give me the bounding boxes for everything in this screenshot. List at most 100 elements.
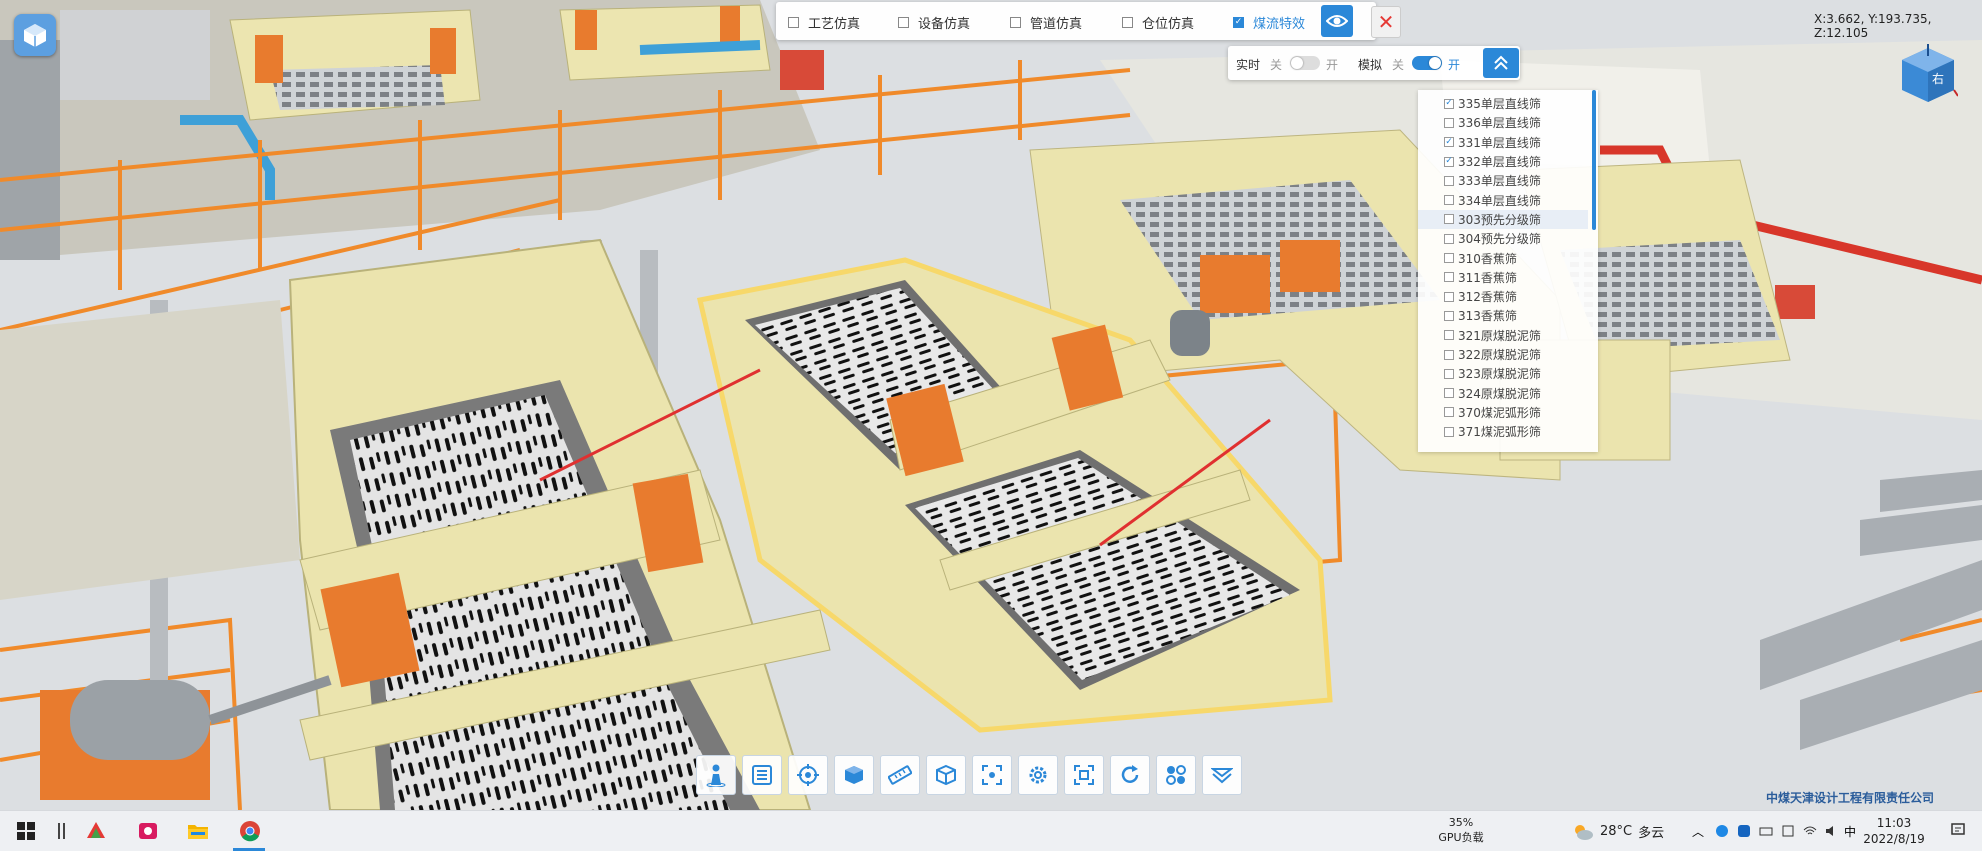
network-tray-icon[interactable] [1758, 823, 1774, 839]
equipment-label: 323原煤脱泥筛 [1458, 367, 1541, 382]
nav-cube[interactable]: 右 [1898, 44, 1959, 106]
settings-button[interactable] [1018, 755, 1058, 795]
person-button[interactable] [696, 755, 736, 795]
option-bin-sim[interactable]: 仓位仿真 [1122, 13, 1194, 32]
gpu-percent: 35% [1448, 816, 1474, 829]
checkbox-checked[interactable]: ✓ [1444, 156, 1454, 167]
option-coal-flow-effect[interactable]: ✓ 煤流特效 [1233, 13, 1305, 32]
checkbox[interactable] [1444, 310, 1454, 321]
app-tray-icon[interactable] [1736, 823, 1752, 839]
pipe-button[interactable] [1156, 755, 1196, 795]
3d-viewport[interactable] [0, 0, 1982, 810]
input-tray-icon[interactable] [1780, 823, 1796, 839]
checkbox[interactable] [1444, 272, 1454, 283]
checkbox[interactable] [1444, 368, 1454, 379]
equipment-list-item[interactable]: ✓ 331单层直线筛 [1418, 133, 1588, 152]
weather-text: 多云 [1638, 826, 1665, 841]
checkbox-checked[interactable]: ✓ [1444, 98, 1454, 109]
fit-view-button[interactable] [1064, 755, 1104, 795]
notification-icon[interactable] [1950, 822, 1966, 838]
checkbox[interactable] [1444, 214, 1454, 225]
focus-button[interactable] [972, 755, 1012, 795]
simulate-toggle[interactable] [1412, 56, 1442, 70]
cube-button[interactable] [834, 755, 874, 795]
wifi-icon[interactable] [1802, 823, 1818, 839]
task-view-button[interactable] [50, 819, 74, 843]
equipment-list-item[interactable]: 321原煤脱泥筛 [1418, 326, 1588, 345]
equipment-label: 310香蕉筛 [1458, 251, 1517, 266]
equipment-list-item[interactable]: 304预先分级筛 [1418, 229, 1588, 248]
collapse-button[interactable] [1483, 48, 1519, 78]
checkbox[interactable] [1444, 407, 1454, 418]
company-watermark: 中煤天津设计工程有限责任公司 [1766, 791, 1935, 805]
focus-icon [982, 765, 1002, 785]
equipment-list-item[interactable]: 334单层直线筛 [1418, 190, 1588, 209]
app-logo-icon[interactable] [14, 14, 56, 56]
scrollbar[interactable] [1592, 90, 1596, 230]
checkbox[interactable] [1444, 117, 1454, 128]
checkbox[interactable] [1444, 291, 1454, 302]
equipment-list-item[interactable]: 311香蕉筛 [1418, 268, 1588, 287]
ruler-button[interactable] [880, 755, 920, 795]
checkbox[interactable] [1444, 195, 1454, 206]
checkbox[interactable] [1444, 253, 1454, 264]
equipment-label: 370煤泥弧形筛 [1458, 405, 1541, 420]
clock[interactable]: 11:03 2022/8/19 [1862, 815, 1926, 847]
eye-button[interactable] [1321, 5, 1353, 37]
temperature: 28°C [1600, 824, 1633, 839]
equipment-list-item[interactable]: 333单层直线筛 [1418, 171, 1588, 190]
time: 11:03 [1876, 816, 1912, 830]
list-button[interactable] [742, 755, 782, 795]
equipment-list-item[interactable]: 313香蕉筛 [1418, 306, 1588, 325]
close-button[interactable]: ✕ [1371, 6, 1401, 38]
equipment-list-item[interactable]: 322原煤脱泥筛 [1418, 345, 1588, 364]
checkbox[interactable] [1122, 16, 1133, 28]
equipment-list-item[interactable]: 323原煤脱泥筛 [1418, 364, 1588, 383]
speaker-icon[interactable] [1824, 823, 1840, 839]
box-button[interactable] [926, 755, 966, 795]
taskbar-app-2[interactable] [136, 819, 160, 843]
equipment-list-item[interactable]: 370煤泥弧形筛 [1418, 403, 1588, 422]
equipment-list-item[interactable]: ✓ 335单层直线筛 [1418, 94, 1588, 113]
chrome-button[interactable] [238, 819, 262, 843]
gpu-load-widget[interactable]: 35% GPU负载 [1411, 815, 1511, 845]
checkbox[interactable] [898, 16, 909, 28]
option-label: 管道仿真 [1030, 16, 1083, 32]
file-explorer-button[interactable] [186, 819, 210, 843]
equipment-list-item[interactable]: 303预先分级筛 [1418, 209, 1588, 230]
equipment-list-item[interactable]: 312香蕉筛 [1418, 287, 1588, 306]
start-button[interactable] [14, 819, 38, 843]
checkbox[interactable] [1444, 388, 1454, 399]
app-tray-icon[interactable] [1714, 823, 1730, 839]
equipment-list-item[interactable]: 310香蕉筛 [1418, 248, 1588, 267]
option-equipment-sim[interactable]: 设备仿真 [898, 13, 970, 32]
refresh-button[interactable] [1110, 755, 1150, 795]
equipment-list-item[interactable]: ✓ 332单层直线筛 [1418, 152, 1588, 171]
weather-widget[interactable]: 28°C 多云 [1572, 822, 1664, 841]
equipment-label: 313香蕉筛 [1458, 309, 1517, 324]
checkbox[interactable] [1010, 16, 1021, 28]
equipment-list-item[interactable]: 324原煤脱泥筛 [1418, 383, 1588, 402]
checkbox[interactable] [788, 16, 799, 28]
checkbox[interactable] [1444, 175, 1454, 186]
close-icon: ✕ [1377, 10, 1395, 34]
equipment-label: 331单层直线筛 [1458, 135, 1541, 150]
target-button[interactable] [788, 755, 828, 795]
option-process-sim[interactable]: 工艺仿真 [788, 13, 860, 32]
equipment-list-item[interactable]: 336单层直线筛 [1418, 113, 1588, 132]
chevron-up-icon[interactable]: ︿ [1692, 823, 1708, 839]
checkbox-checked[interactable]: ✓ [1233, 16, 1244, 28]
layers-button[interactable] [1202, 755, 1242, 795]
checkbox[interactable] [1444, 426, 1454, 437]
task-view-icon [58, 823, 65, 839]
language-indicator[interactable]: 中 [1844, 823, 1860, 839]
taskbar-app-1[interactable] [84, 819, 108, 843]
mode-toggle-bar: 实时 关 开 模拟 关 开 [1228, 46, 1520, 80]
realtime-toggle[interactable] [1290, 56, 1320, 70]
checkbox[interactable] [1444, 330, 1454, 341]
checkbox-checked[interactable]: ✓ [1444, 137, 1454, 148]
option-pipeline-sim[interactable]: 管道仿真 [1010, 13, 1083, 32]
checkbox[interactable] [1444, 233, 1454, 244]
equipment-list-item[interactable]: 371煤泥弧形筛 [1418, 422, 1588, 441]
checkbox[interactable] [1444, 349, 1454, 360]
